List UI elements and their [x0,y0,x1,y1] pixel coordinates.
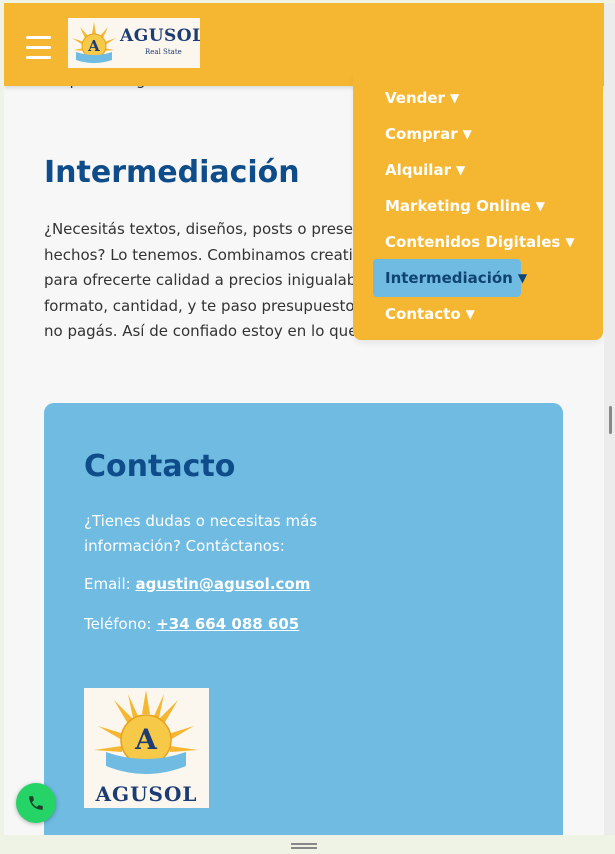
svg-text:A: A [134,723,158,756]
call-button[interactable] [16,783,56,823]
caret-down-icon: ▼ [517,271,528,285]
caret-down-icon: ▼ [455,163,466,177]
footer-logo: A AGUSOL [84,688,209,808]
header-tagline: Real State [145,48,182,56]
page-viewport: ra que tu negocio inmobiliario sea atrac… [4,3,604,835]
menu-item-vender[interactable]: Vender ▼ [373,79,471,117]
phone-label: Teléfono: [84,615,157,633]
menu-item-intermediacion[interactable]: Intermediación ▼ [373,259,527,297]
caret-down-icon: ▼ [449,91,460,105]
caret-down-icon: ▼ [465,307,475,321]
menu-item-marketing-online[interactable]: Marketing Online ▼ [373,187,557,225]
menu-item-alquilar[interactable]: Alquilar ▼ [373,151,477,189]
menu-item-contacto[interactable]: Contacto ▼ [373,295,487,333]
header-logo[interactable]: A AGUSOL Real State [68,18,200,68]
contact-email-line: Email: agustin@agusol.com [84,575,310,593]
dropdown-menu: Vender ▼ Comprar ▼ Alquilar ▼ Marketing Onl… [353,73,603,340]
resize-handle[interactable] [0,835,615,854]
contact-intro: ¿Tienes dudas o necesitas más informació… [84,512,318,555]
phone-icon [29,796,43,810]
scrollbar-thumb[interactable] [609,406,612,434]
footer-logo-brand: AGUSOL [95,782,198,806]
contact-phone-line: Teléfono: +34 664 088 605 [84,615,299,633]
caret-down-icon: ▼ [565,235,575,249]
header-brand-name: AGUSOL [120,26,200,46]
phone-link[interactable]: +34 664 088 605 [156,615,299,633]
caret-down-icon: ▼ [462,127,472,141]
contact-title: Contacto [84,449,236,484]
menu-item-comprar[interactable]: Comprar ▼ [373,115,484,153]
sun-logo-icon: A [94,690,198,774]
email-link[interactable]: agustin@agusol.com [135,575,310,593]
svg-text:A: A [87,37,100,55]
menu-item-contenidos-digitales[interactable]: Contenidos Digitales ▼ [373,223,587,261]
email-label: Email: [84,575,136,593]
contact-card: Contacto ¿Tienes dudas o necesitas más i… [44,403,563,835]
hamburger-icon[interactable] [26,36,52,60]
sun-logo-icon: A [72,22,116,63]
section-title: Intermediación [44,155,300,190]
caret-down-icon: ▼ [535,199,545,213]
